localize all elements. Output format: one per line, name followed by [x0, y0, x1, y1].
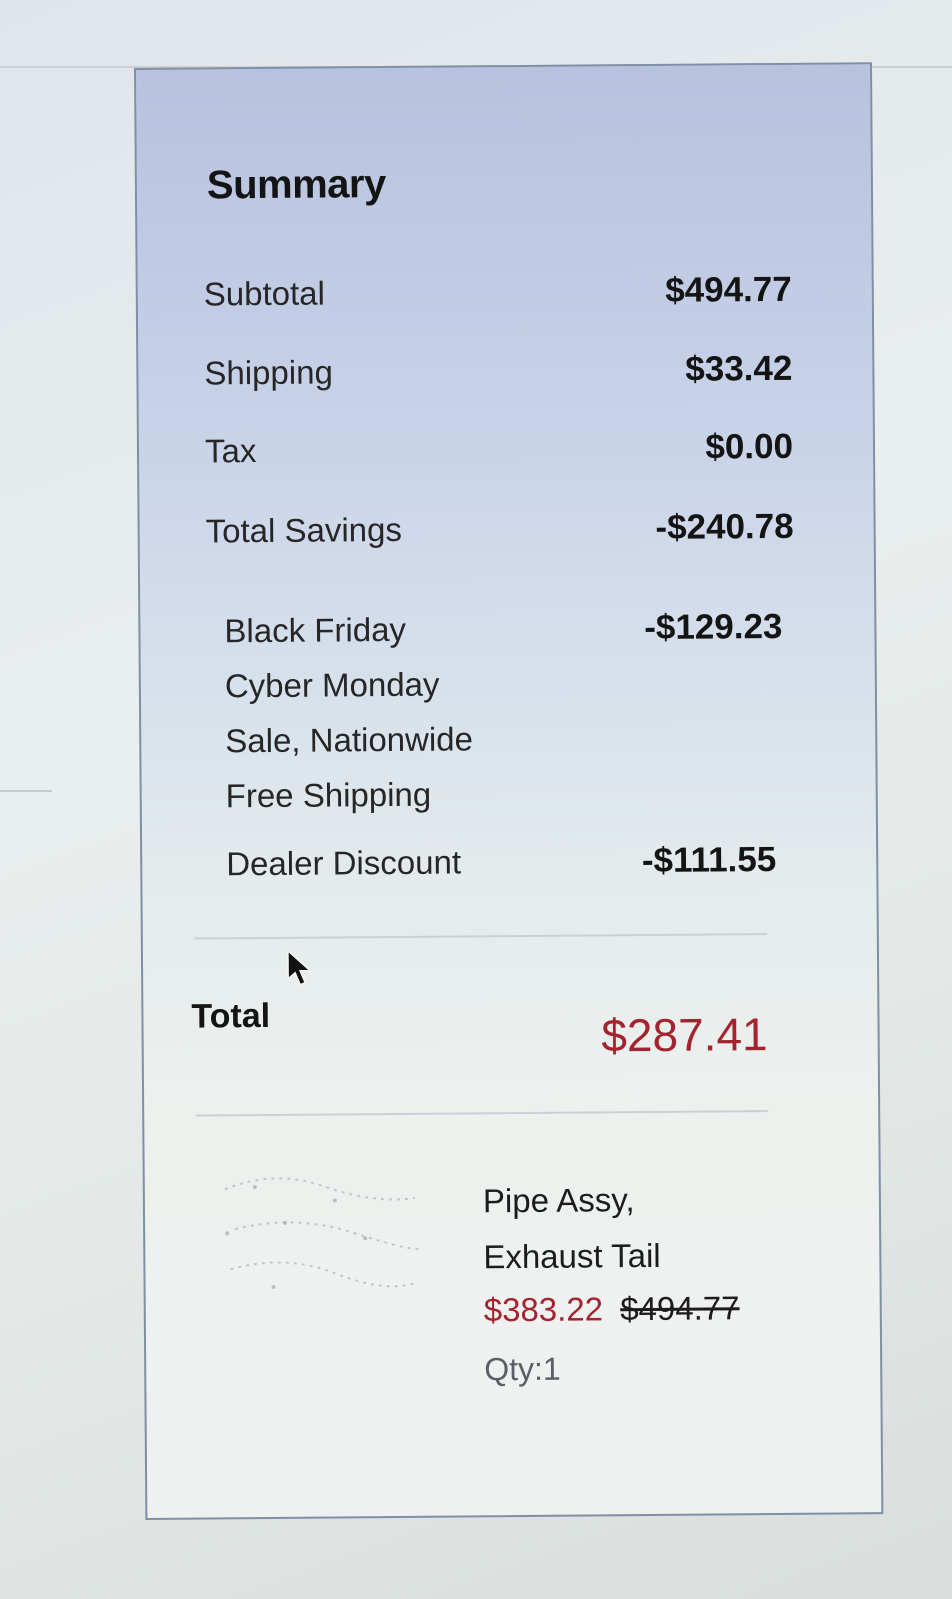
shipping-row: Shipping $33.42 [204, 349, 792, 394]
product-info: Pipe Assy, Exhaust Tail $383.22 $494.77 … [483, 1171, 740, 1388]
total-divider [194, 933, 767, 940]
product-name-line[interactable]: Exhaust Tail [483, 1227, 739, 1285]
quantity-label: Qty:1 [484, 1350, 561, 1388]
shipping-label: Shipping [204, 353, 333, 392]
promo-line: Black Friday [224, 610, 407, 650]
dealer-discount-label: Dealer Discount [226, 843, 462, 883]
shipping-value: $33.42 [685, 348, 793, 389]
promo-savings-item: Black Friday Cyber Monday Sale, Nationwi… [224, 599, 784, 823]
subtotal-row: Subtotal $494.77 [204, 270, 792, 315]
promo-line: Free Shipping [225, 775, 432, 815]
product-name-line[interactable]: Pipe Assy, [483, 1171, 739, 1229]
total-label: Total [191, 996, 271, 1036]
tax-row: Tax $0.00 [205, 427, 793, 472]
original-price: $494.77 [620, 1289, 740, 1328]
dealer-discount-row: Dealer Discount -$111.55 [226, 840, 776, 884]
total-savings-row: Total Savings -$240.78 [205, 507, 793, 552]
promo-name: Black Friday Cyber Monday Sale, Nationwi… [224, 601, 473, 823]
total-savings-label: Total Savings [205, 510, 403, 550]
dealer-discount-value: -$111.55 [641, 839, 777, 881]
total-row: Total $287.41 [191, 993, 768, 1066]
product-price: $383.22 $494.77 [484, 1289, 740, 1329]
left-edge-divider [0, 790, 52, 792]
promo-line: Cyber Monday [224, 665, 440, 705]
order-summary-panel: Summary Subtotal $494.77 Shipping $33.42… [134, 62, 884, 1520]
promo-line: Sale, Nationwide [225, 720, 474, 760]
promo-savings-value: -$129.23 [644, 606, 783, 648]
total-value: $287.41 [601, 1008, 768, 1062]
total-savings-value: -$240.78 [655, 506, 794, 547]
subtotal-label: Subtotal [203, 274, 326, 313]
product-thumbnail[interactable] [215, 1158, 426, 1310]
tax-value: $0.00 [705, 426, 794, 467]
summary-title: Summary [206, 162, 386, 208]
product-divider [196, 1110, 769, 1117]
mouse-pointer-icon [287, 949, 313, 986]
tax-label: Tax [204, 432, 257, 470]
subtotal-value: $494.77 [665, 269, 792, 310]
sale-price: $383.22 [483, 1290, 604, 1329]
